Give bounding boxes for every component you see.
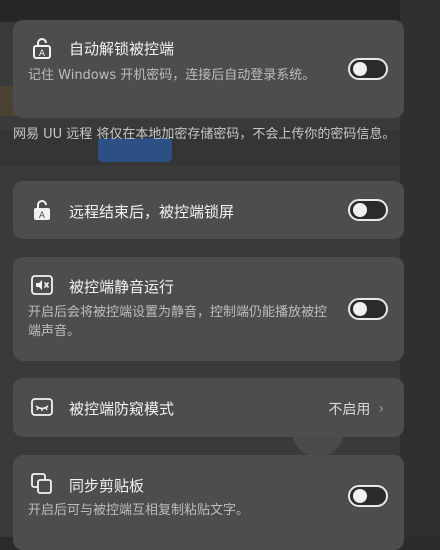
background-titlebar [0,0,440,22]
password-hint: 网易 UU 远程 将仅在本地加密存储密码，不会上传你的密码信息。 [13,127,396,142]
clipboard-card: 同步剪贴板 开启后可与被控端互相复制粘贴文字。 [13,455,404,550]
privacy-mode-status-text: 不启用 [328,402,371,418]
auto-unlock-title: 自动解锁被控端 [69,40,175,58]
lock-a-filled-icon: A [31,199,53,221]
mute-desc: 开启后会将被控端设置为静音，控制端仍能播放被控端声音。 [28,305,328,339]
chevron-right-icon: › [378,401,384,417]
clipboard-toggle[interactable] [348,485,388,507]
copy-icon [31,473,53,495]
background-sidebar [400,0,440,537]
speaker-mute-icon [31,274,53,296]
privacy-eye-icon [31,396,53,418]
mute-toggle[interactable] [348,298,388,320]
auto-unlock-toggle[interactable] [348,58,388,80]
clipboard-desc: 开启后可与被控端互相复制粘贴文字。 [28,503,250,518]
privacy-mode-status: 不启用 › [328,399,384,419]
clipboard-title: 同步剪贴板 [69,477,145,495]
svg-text:A: A [39,49,46,59]
svg-text:A: A [39,211,46,221]
mute-card: 被控端静音运行 开启后会将被控端设置为静音，控制端仍能播放被控端声音。 [13,257,404,361]
mute-title: 被控端静音运行 [69,278,175,296]
privacy-mode-card[interactable]: 被控端防窥模式 不启用 › [13,378,404,437]
lock-after-card: A 远程结束后，被控端锁屏 [13,181,404,239]
lock-after-toggle[interactable] [348,199,388,221]
auto-unlock-desc: 记住 Windows 开机密码，连接后自动登录系统。 [28,68,316,83]
auto-unlock-card: A 自动解锁被控端 记住 Windows 开机密码，连接后自动登录系统。 [13,20,404,118]
lock-after-title: 远程结束后，被控端锁屏 [69,203,235,221]
lock-a-icon: A [31,37,53,59]
privacy-mode-title: 被控端防窥模式 [69,400,175,418]
